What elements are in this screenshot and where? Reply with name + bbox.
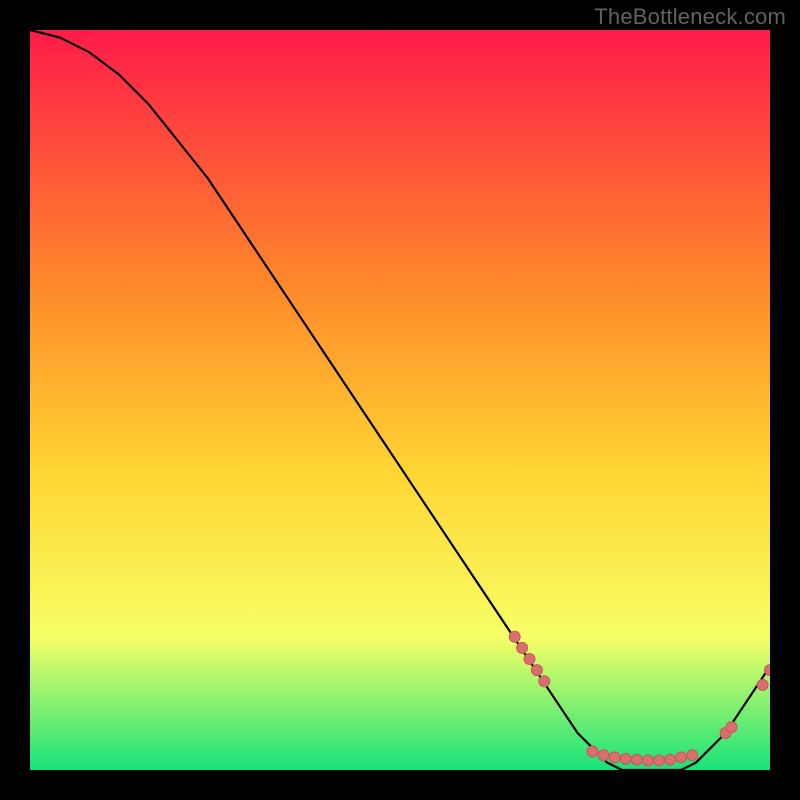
marker-point bbox=[654, 755, 665, 766]
marker-point bbox=[524, 654, 535, 665]
marker-point bbox=[687, 750, 698, 761]
chart-frame: TheBottleneck.com bbox=[0, 0, 800, 800]
marker-point bbox=[531, 665, 542, 676]
marker-point bbox=[609, 752, 620, 763]
marker-point bbox=[509, 631, 520, 642]
marker-point bbox=[642, 755, 653, 766]
watermark-text: TheBottleneck.com bbox=[594, 4, 786, 30]
plot-svg bbox=[30, 30, 770, 770]
marker-point bbox=[631, 754, 642, 765]
marker-point bbox=[676, 752, 687, 763]
marker-point bbox=[539, 676, 550, 687]
marker-point bbox=[517, 642, 528, 653]
marker-point bbox=[757, 679, 768, 690]
marker-point bbox=[598, 750, 609, 761]
marker-point bbox=[587, 746, 598, 757]
marker-point bbox=[726, 722, 737, 733]
plot-area bbox=[30, 30, 770, 770]
marker-point bbox=[620, 753, 631, 764]
gradient-background bbox=[30, 30, 770, 770]
marker-point bbox=[665, 754, 676, 765]
